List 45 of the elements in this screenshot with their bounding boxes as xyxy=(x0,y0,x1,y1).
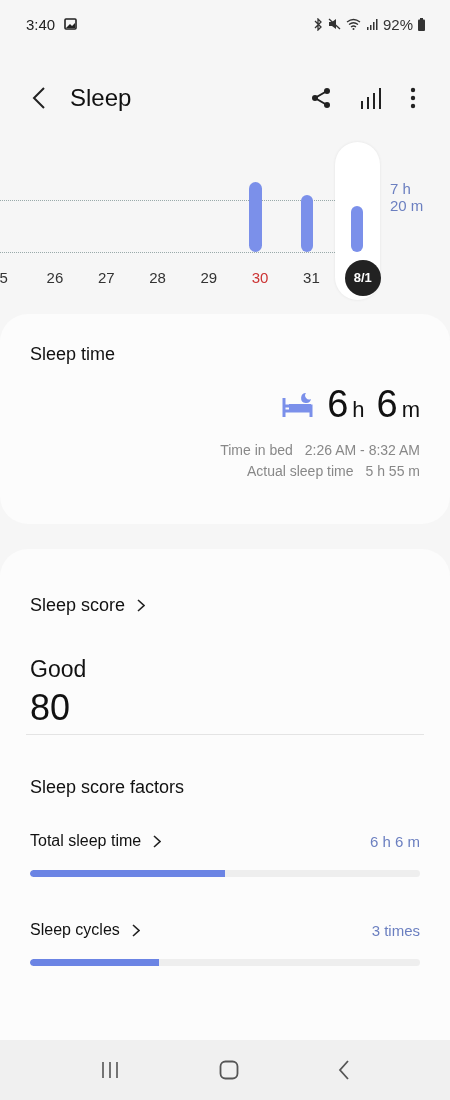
bar-chart-icon[interactable] xyxy=(360,87,382,109)
detail-label: Actual sleep time xyxy=(246,462,354,481)
sleep-score-link[interactable]: Sleep score xyxy=(30,595,146,616)
mute-icon xyxy=(327,18,341,30)
day-label[interactable]: 28 xyxy=(139,260,176,296)
day-label[interactable]: 30 xyxy=(242,260,279,296)
sleep-minutes: 6 xyxy=(376,383,398,426)
chevron-icon xyxy=(153,834,162,848)
factor-value: 3 times xyxy=(371,921,420,939)
battery-icon xyxy=(418,17,425,31)
day-label[interactable]: 27 xyxy=(88,260,125,296)
page-title: Sleep xyxy=(70,84,132,112)
score-rating: Good xyxy=(30,656,88,683)
minutes-unit: m xyxy=(401,397,420,423)
back-icon[interactable] xyxy=(32,86,46,110)
share-icon[interactable] xyxy=(310,87,332,109)
gallery-icon xyxy=(64,18,78,30)
card-title: Sleep time xyxy=(30,344,117,365)
day-label[interactable]: 29 xyxy=(190,260,227,296)
chevron-icon xyxy=(131,923,140,937)
goal-label: 7 h 20 m xyxy=(390,180,424,214)
factor-value: 6 h 6 m xyxy=(369,832,420,850)
sleep-hours: 6 xyxy=(327,383,349,426)
more-icon[interactable] xyxy=(410,87,416,109)
factor-link[interactable]: Total sleep time xyxy=(30,832,162,850)
home-icon[interactable] xyxy=(219,1060,239,1080)
bed-icon xyxy=(281,391,314,418)
detail-label: Time in bed xyxy=(220,441,293,460)
status-time: 3:40 xyxy=(26,15,56,33)
wifi-icon xyxy=(345,18,361,30)
detail-value: 5 h 55 m xyxy=(365,462,420,481)
factor-link[interactable]: Sleep cycles xyxy=(30,921,140,939)
hours-unit: h xyxy=(352,397,365,423)
battery-percent: 92% xyxy=(382,15,413,33)
bluetooth-icon xyxy=(312,17,323,31)
day-label[interactable]: 5 xyxy=(0,260,22,296)
recents-icon[interactable] xyxy=(99,1060,120,1080)
day-label[interactable]: 31 xyxy=(293,260,330,296)
day-label[interactable]: 26 xyxy=(36,260,73,296)
signal-icon xyxy=(365,18,378,30)
detail-value: 2:26 AM - 8:32 AM xyxy=(304,441,420,460)
back-icon[interactable] xyxy=(338,1060,351,1080)
chevron-icon xyxy=(137,599,146,612)
score-value: 80 xyxy=(30,687,72,729)
factors-title: Sleep score factors xyxy=(30,777,186,798)
